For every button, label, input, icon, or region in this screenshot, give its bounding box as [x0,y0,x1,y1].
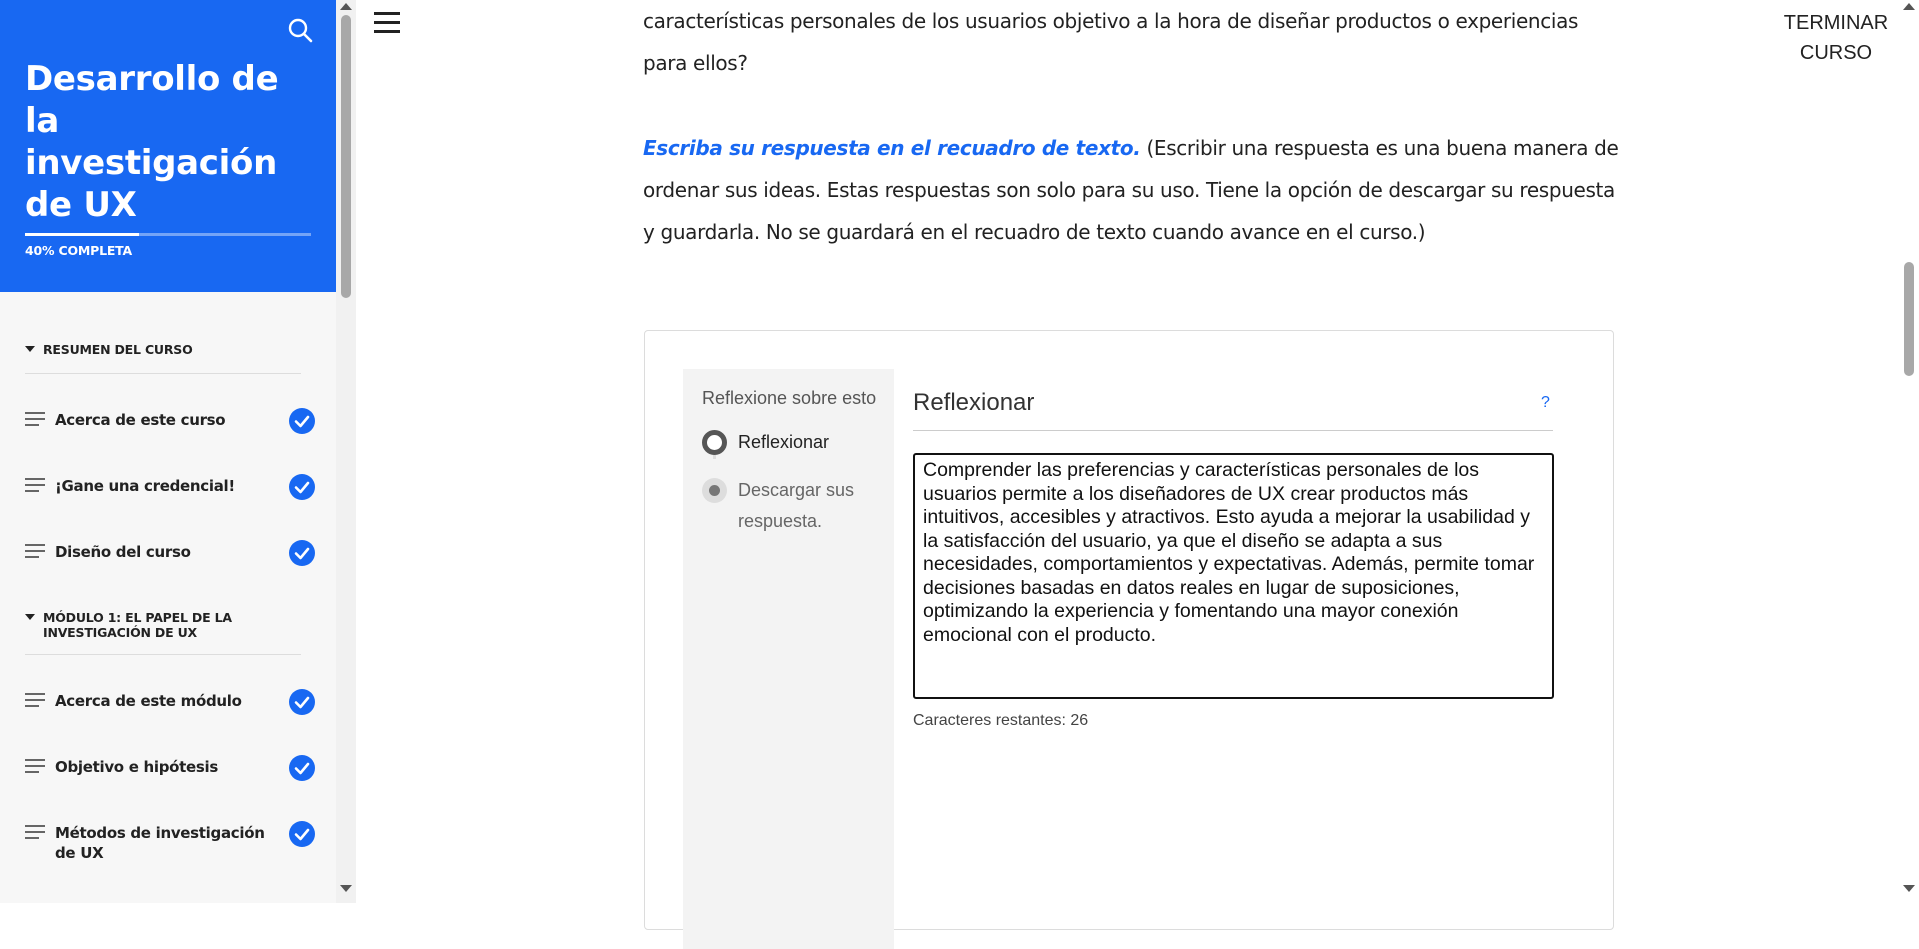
progress-bar-fill [25,233,140,236]
exit-course-button[interactable]: TERMINAR CURSO [1766,8,1906,68]
section-title: RESUMEN DEL CURSO [43,342,193,357]
step-label: Descargar sus respuesta. [738,480,855,531]
divider [25,373,301,374]
lesson-label: Acerca de este módulo [55,692,242,710]
step-label: Reflexionar [738,432,830,452]
section-title: MÓDULO 1: EL PAPEL DE LA INVESTIGACIÓN D… [43,610,232,640]
steps-title: Reflexione sobre esto [702,388,877,408]
scroll-up-arrow-icon[interactable] [340,3,352,10]
progress-bar [25,233,311,236]
lesson-lines-icon [25,544,45,558]
divider [913,430,1553,431]
sidebar-item-credencial[interactable]: ¡Gane una credencial! [25,468,320,508]
sidebar-item-metodos-investigacion[interactable]: Métodos de investigación de UX [25,815,320,871]
reflection-title: Reflexionar [913,389,1035,416]
question-line-2: para ellos? [643,51,748,75]
instruction-line-1: (Escribir una respuesta es una buena man… [1140,136,1619,160]
lesson-label: Diseño del curso [55,543,191,561]
checkmark-icon [289,540,315,566]
instruction-emphasis: Escriba su respuesta en el recuadro de t… [643,136,1141,160]
search-button[interactable] [286,16,314,44]
sidebar-item-diseno-curso[interactable]: Diseño del curso [25,534,320,574]
checkmark-icon [289,755,315,781]
hamburger-menu-icon [374,12,400,15]
sidebar-item-acerca-modulo[interactable]: Acerca de este módulo [25,683,320,723]
sidebar-scrollbar[interactable] [336,0,356,903]
sidebar-header: Desarrollo de la investigación de UX 40%… [0,0,336,292]
sidebar-scrollbar-thumb[interactable] [341,15,351,298]
characters-remaining: Caracteres restantes: 26 [913,712,1089,729]
lesson-lines-icon [25,825,45,839]
exit-label-line-1: TERMINAR [1783,12,1889,34]
scroll-down-arrow-icon[interactable] [1903,885,1915,892]
course-sidebar: Desarrollo de la investigación de UX 40%… [0,0,336,903]
reflection-widget: Reflexione sobre esto Reflexionar Descar… [644,330,1614,949]
checkmark-icon [289,408,315,434]
lesson-lines-icon [25,412,45,426]
checkmark-icon [289,689,315,715]
section-toggle-modulo-1[interactable]: MÓDULO 1: EL PAPEL DE LA INVESTIGACIÓN D… [25,610,301,640]
help-button[interactable]: ? [1541,394,1550,412]
reflection-steps-panel: Reflexione sobre esto Reflexionar Descar… [683,369,894,949]
search-icon [288,18,313,43]
instruction-line-3: y guardarla. No se guardará en el recuad… [643,220,1426,244]
lesson-label: Métodos de investigación de UX [55,824,265,862]
instruction-text: Escriba su respuesta en el recuadro de t… [643,127,1623,253]
menu-button[interactable] [374,12,404,36]
caret-down-icon [25,614,35,620]
question-text: características personales de los usuari… [643,0,1623,84]
question-line-1: características personales de los usuari… [643,9,1579,33]
checkmark-icon [289,474,315,500]
divider [25,654,301,655]
sidebar-item-objetivo-hipotesis[interactable]: Objetivo e hipótesis [25,749,320,789]
course-title: Desarrollo de la investigación de UX [25,59,279,225]
progress-label: 40% COMPLETA [25,243,133,258]
section-toggle-resumen[interactable]: RESUMEN DEL CURSO [25,342,301,357]
step-pending-icon [702,478,727,503]
instruction-line-2: ordenar sus ideas. Estas respuestas son … [643,178,1615,202]
lesson-label: Acerca de este curso [55,411,226,429]
lesson-lines-icon [25,478,45,492]
caret-down-icon [25,346,35,352]
lesson-label: Objetivo e hipótesis [55,758,219,776]
answer-textarea[interactable]: Comprender las preferencias y caracterís… [913,453,1554,699]
exit-label-line-2: CURSO [1799,42,1873,64]
lesson-content: TERMINAR CURSO características personale… [356,0,1899,949]
lesson-label: ¡Gane una credencial! [55,477,235,495]
page-scrollbar[interactable] [1899,0,1919,903]
checkmark-icon [289,821,315,847]
scroll-down-arrow-icon[interactable] [340,885,352,892]
scroll-up-arrow-icon[interactable] [1903,3,1915,10]
step-active-icon [702,430,727,455]
lesson-lines-icon [25,759,45,773]
page-scrollbar-thumb[interactable] [1904,262,1914,376]
sidebar-item-acerca-curso[interactable]: Acerca de este curso [25,402,320,442]
lesson-lines-icon [25,693,45,707]
